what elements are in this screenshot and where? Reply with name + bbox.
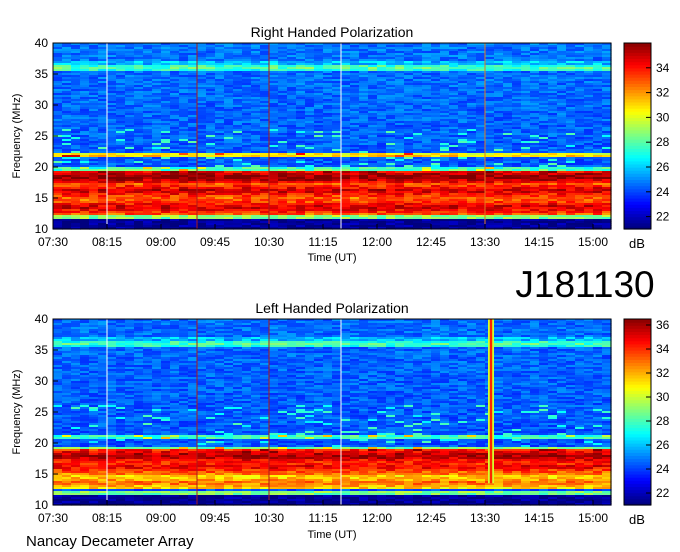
spectrogram-figure: Right Handed Polarization 07:30 08:15 09:0…	[11, 24, 670, 550]
panel-title: Right Handed Polarization	[251, 24, 414, 40]
spectrogram-heatmap	[53, 43, 612, 230]
right-polarization-panel: Right Handed Polarization 07:30 08:15 09:0…	[11, 24, 670, 264]
